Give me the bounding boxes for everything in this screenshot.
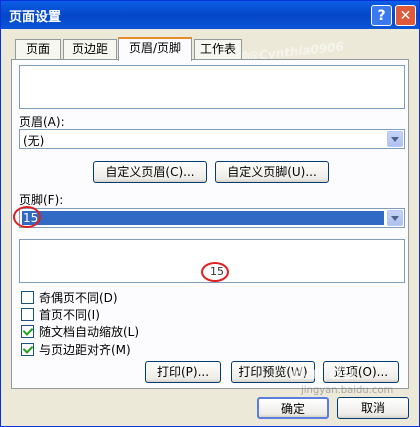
odd-even-label: 奇偶页不同(D) xyxy=(39,291,118,305)
scale-with-document-label: 随文档自动缩放(L) xyxy=(39,325,140,339)
odd-even-checkbox[interactable] xyxy=(21,291,34,304)
ok-button[interactable]: 确定 xyxy=(257,397,329,419)
footer-selection-highlight xyxy=(22,211,384,225)
site-watermark: jingyan.baidu.com xyxy=(301,385,394,396)
footer-value-highlight-ring xyxy=(13,206,41,228)
first-page-label: 首页不同(I) xyxy=(39,308,100,322)
align-margins-checkbox[interactable] xyxy=(21,343,34,356)
tab-margins[interactable]: 页边距 xyxy=(63,39,117,59)
window-title: 页面设置 xyxy=(9,10,62,25)
print-button[interactable]: 打印(P)... xyxy=(145,361,221,383)
custom-footer-button[interactable]: 自定义页脚(U)... xyxy=(215,161,329,183)
help-button[interactable]: ? xyxy=(371,5,392,26)
baidu-logo: Bai du xyxy=(291,363,356,384)
custom-header-button[interactable]: 自定义页眉(C)... xyxy=(93,161,207,183)
scale-with-document-checkbox[interactable] xyxy=(21,325,34,338)
footer-preview-highlight-ring xyxy=(201,262,229,282)
first-page-checkbox[interactable] xyxy=(21,308,34,321)
header-label: 页眉(A): xyxy=(19,115,65,129)
tab-header-footer[interactable]: 页眉/页脚 xyxy=(118,37,192,61)
tab-page[interactable]: 页面 xyxy=(15,39,61,59)
tab-sheet[interactable]: 工作表 xyxy=(194,39,242,59)
title-bar: 页面设置 ? ✕ xyxy=(1,1,419,29)
header-dropdown-value: (无) xyxy=(23,134,45,148)
align-margins-label: 与页边距对齐(M) xyxy=(39,343,131,357)
chevron-down-icon[interactable] xyxy=(387,131,403,147)
close-button[interactable]: ✕ xyxy=(395,5,416,26)
chevron-down-icon[interactable] xyxy=(387,210,403,226)
page-setup-dialog: 页面设置 ? ✕ 百度经验@Cynthia0906 页面 页边距 页眉/页脚 工… xyxy=(0,0,420,427)
header-dropdown[interactable]: (无) xyxy=(19,129,405,149)
header-preview xyxy=(19,65,405,109)
cancel-button[interactable]: 取消 xyxy=(337,397,409,419)
footer-dropdown[interactable]: 15 xyxy=(19,208,405,228)
